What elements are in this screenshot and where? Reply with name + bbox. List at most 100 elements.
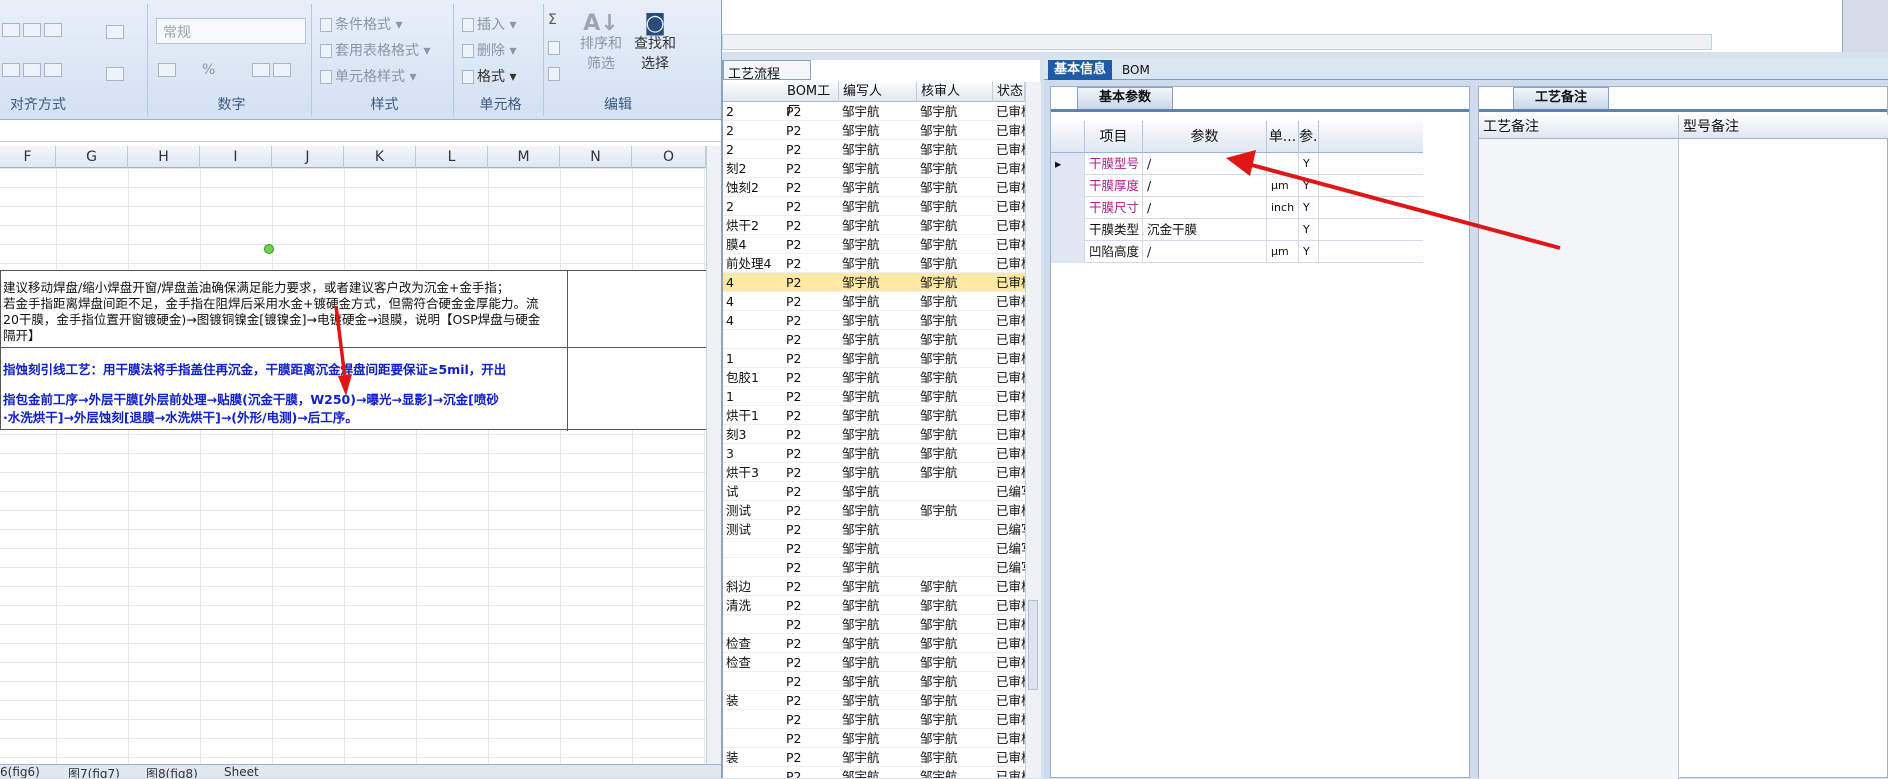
table-row[interactable]: 包胶1 P2 邹宇航 邹宇航 已审核: [723, 368, 1025, 387]
autosum-button[interactable]: Σ: [548, 12, 557, 28]
conditional-format-button[interactable]: 条件格式 ▾: [320, 14, 402, 34]
table-row[interactable]: P2 邹宇航 邹宇航 已审核: [723, 729, 1025, 748]
table-row[interactable]: 清洗 P2 邹宇航 邹宇航 已审核: [723, 596, 1025, 615]
col-process-remark[interactable]: 工艺备注: [1479, 115, 1679, 139]
wrap-text-icon[interactable]: [106, 24, 127, 40]
table-row[interactable]: P2 邹宇航 邹宇航 已审核: [723, 672, 1025, 691]
table-row[interactable]: 1 P2 邹宇航 邹宇航 已审核: [723, 349, 1025, 368]
subtab-process-remarks[interactable]: 工艺备注: [1513, 87, 1609, 109]
table-row[interactable]: 测试 P2 邹宇航 已编写: [723, 520, 1025, 539]
percent-button[interactable]: %: [202, 62, 215, 78]
table-row[interactable]: P2 邹宇航 邹宇航 已审核: [723, 330, 1025, 349]
note-textbox[interactable]: 建议移动焊盘/缩小焊盘开窗/焊盘盖油确保满足能力要求，或者建议客户改为沉金+金手…: [0, 270, 713, 431]
table-row[interactable]: 测试 P2 邹宇航 邹宇航 已审核: [723, 501, 1025, 520]
subtab-basic-params[interactable]: 基本参数: [1077, 87, 1173, 109]
column-header[interactable]: O: [632, 146, 706, 168]
formula-bar[interactable]: [0, 122, 721, 142]
table-row[interactable]: 4 P2 邹宇航 邹宇航 已审核: [723, 273, 1025, 292]
process-remark-area[interactable]: [1479, 139, 1679, 779]
param-value[interactable]: /: [1143, 197, 1267, 219]
sheet-tab[interactable]: Sheet: [224, 765, 259, 778]
table-row[interactable]: P2 邹宇航 已编写: [723, 539, 1025, 558]
param-row[interactable]: 凹陷高度 / μm Y: [1051, 241, 1423, 263]
column-header[interactable]: I: [200, 146, 272, 168]
table-row[interactable]: 装 P2 邹宇航 邹宇航 已审核: [723, 748, 1025, 767]
table-row[interactable]: 装 P2 邹宇航 邹宇航 已审核: [723, 691, 1025, 710]
table-row[interactable]: 烘干2 P2 邹宇航 邹宇航 已审核: [723, 216, 1025, 235]
param-row[interactable]: ▸ 干膜型号 / Y: [1051, 153, 1423, 175]
table-row[interactable]: P2 邹宇航 已编写: [723, 558, 1025, 577]
table-row[interactable]: 3 P2 邹宇航 邹宇航 已审核: [723, 444, 1025, 463]
table-row[interactable]: 斜边 P2 邹宇航 邹宇航 已审核: [723, 577, 1025, 596]
table-row[interactable]: 试 P2 邹宇航 已编写: [723, 482, 1025, 501]
sheet-tab[interactable]: 6(fig6): [0, 765, 40, 778]
param-value[interactable]: /: [1143, 175, 1267, 197]
param-row[interactable]: 干膜尺寸 / inch Y: [1051, 197, 1423, 219]
param-value[interactable]: /: [1143, 241, 1267, 263]
table-row[interactable]: P2 邹宇航 邹宇航 已审核: [723, 615, 1025, 634]
table-row[interactable]: 刻3 P2 邹宇航 邹宇航 已审核: [723, 425, 1025, 444]
column-header[interactable]: F: [0, 146, 56, 168]
col-status[interactable]: 状态: [993, 82, 1025, 102]
param-value[interactable]: 沉金干膜: [1143, 219, 1267, 241]
table-row[interactable]: 蚀刻2 P2 邹宇航 邹宇航 已审核: [723, 178, 1025, 197]
align-buttons-row2[interactable]: [2, 62, 65, 78]
table-row[interactable]: 刻2 P2 邹宇航 邹宇航 已审核: [723, 159, 1025, 178]
table-row[interactable]: 4 P2 邹宇航 邹宇航 已审核: [723, 311, 1025, 330]
insert-button[interactable]: 插入 ▾: [462, 14, 516, 34]
table-row[interactable]: 检查 P2 邹宇航 邹宇航 已审核: [723, 653, 1025, 672]
param-value[interactable]: /: [1143, 153, 1267, 175]
col-flag[interactable]: 参...: [1299, 121, 1326, 153]
tab-bom[interactable]: BOM: [1116, 60, 1156, 80]
param-row[interactable]: 干膜厚度 / μm Y: [1051, 175, 1423, 197]
col-model-remark[interactable]: 型号备注: [1679, 115, 1888, 139]
table-row[interactable]: 2 P2 邹宇航 邹宇航 已审核: [723, 197, 1025, 216]
fill-icon[interactable]: [548, 40, 563, 56]
table-row[interactable]: 前处理4 P2 邹宇航 邹宇航 已审核: [723, 254, 1025, 273]
column-header[interactable]: K: [344, 146, 416, 168]
table-row[interactable]: 膜4 P2 邹宇航 邹宇航 已审核: [723, 235, 1025, 254]
cell-style-button[interactable]: 单元格样式 ▾: [320, 66, 416, 86]
col-bom-factory[interactable]: BOM工厂: [783, 82, 839, 119]
column-header[interactable]: G: [56, 146, 128, 168]
sheet-tab[interactable]: 图7(fig7): [68, 765, 120, 778]
column-header[interactable]: J: [272, 146, 344, 168]
col-item[interactable]: 项目: [1085, 121, 1143, 153]
col-param[interactable]: 参数: [1143, 121, 1267, 153]
col-author[interactable]: 编写人: [839, 82, 917, 102]
top-horizontal-scrollbar[interactable]: [722, 34, 1712, 50]
table-format-button[interactable]: 套用表格格式 ▾: [320, 40, 430, 60]
accounting-format-icon[interactable]: [158, 62, 179, 78]
param-row[interactable]: 干膜类型 沉金干膜 Y: [1051, 219, 1423, 241]
number-format-combo[interactable]: 常规: [156, 18, 306, 44]
col-reviewer[interactable]: 核审人: [917, 82, 993, 102]
rotate-handle[interactable]: [264, 244, 274, 254]
table-row[interactable]: P2 邹宇航 邹宇航 已审核: [723, 710, 1025, 729]
sheet-tab[interactable]: 图8(fig8): [146, 765, 198, 778]
sort-filter-button[interactable]: A↓ 排序和 筛选: [578, 13, 624, 74]
decimal-buttons[interactable]: [252, 62, 294, 78]
merge-cells-icon[interactable]: [106, 66, 127, 82]
col-unit[interactable]: 单...: [1267, 121, 1299, 153]
table-row[interactable]: 2 P2 邹宇航 邹宇航 已审核: [723, 121, 1025, 140]
table-row[interactable]: 烘干1 P2 邹宇航 邹宇航 已审核: [723, 406, 1025, 425]
table-row[interactable]: 1 P2 邹宇航 邹宇航 已审核: [723, 387, 1025, 406]
find-select-button[interactable]: ◙ 查找和 选择: [630, 13, 680, 74]
column-header[interactable]: H: [128, 146, 200, 168]
cell-grid[interactable]: [0, 168, 706, 768]
clear-icon[interactable]: [548, 66, 563, 82]
column-header[interactable]: N: [560, 146, 632, 168]
table-row[interactable]: 检查 P2 邹宇航 邹宇航 已审核: [723, 634, 1025, 653]
align-buttons-row1[interactable]: [2, 22, 65, 38]
table-row[interactable]: 2 P2 邹宇航 邹宇航 已审核: [723, 102, 1025, 121]
column-header[interactable]: M: [488, 146, 560, 168]
tab-basic-info[interactable]: 基本信息: [1048, 60, 1113, 80]
delete-button[interactable]: 删除 ▾: [462, 40, 516, 60]
tab-process-flow[interactable]: 工艺流程: [723, 60, 811, 82]
format-button[interactable]: 格式 ▾: [462, 66, 516, 86]
table-row[interactable]: 4 P2 邹宇航 邹宇航 已审核: [723, 292, 1025, 311]
table-row[interactable]: 2 P2 邹宇航 邹宇航 已审核: [723, 140, 1025, 159]
table-row[interactable]: 烘干3 P2 邹宇航 邹宇航 已审核: [723, 463, 1025, 482]
table-row[interactable]: P2 邹宇航 邹宇航 已审核: [723, 767, 1025, 778]
sheet-vertical-scrollbar[interactable]: [706, 146, 721, 766]
